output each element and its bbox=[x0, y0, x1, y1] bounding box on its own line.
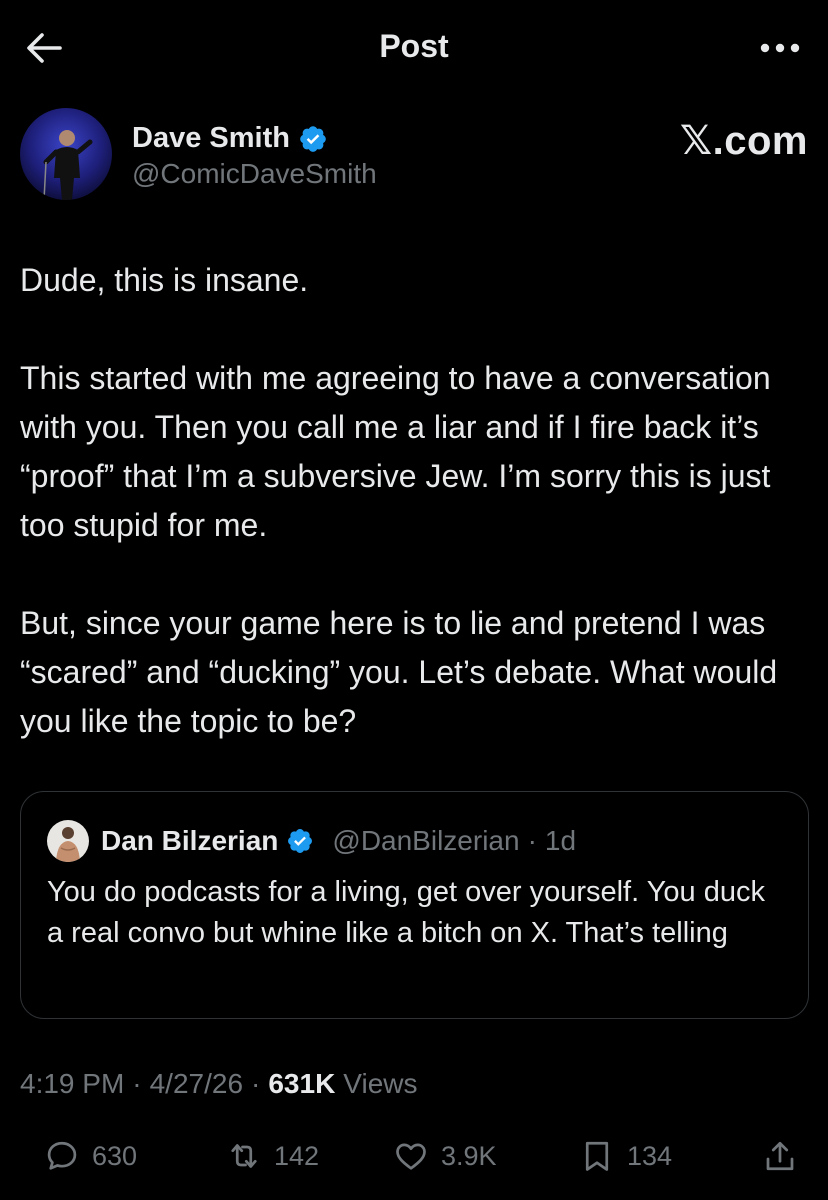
separator-dot: · bbox=[251, 1068, 261, 1099]
quoted-post[interactable]: Dan Bilzerian @DanBilzerian · 1d You do … bbox=[20, 791, 809, 1019]
author-name-row[interactable]: Dave Smith bbox=[132, 122, 328, 155]
author-avatar[interactable] bbox=[20, 108, 112, 200]
author-display-name[interactable]: Dave Smith bbox=[132, 122, 290, 155]
like-button[interactable]: 3.9K bbox=[393, 1138, 497, 1174]
quoted-post-text: You do podcasts for a living, get over y… bbox=[47, 876, 765, 949]
share-button[interactable] bbox=[762, 1138, 798, 1174]
more-options-button[interactable] bbox=[752, 26, 808, 70]
separator-dot: · bbox=[132, 1068, 142, 1099]
more-horizontal-icon bbox=[760, 43, 800, 53]
repost-button[interactable]: 142 bbox=[226, 1138, 319, 1174]
quoted-post-time: 1d bbox=[544, 825, 577, 856]
repost-count: 142 bbox=[274, 1140, 320, 1171]
page-title: Post bbox=[379, 28, 449, 64]
share-icon bbox=[766, 1141, 794, 1171]
quoted-author-display-name[interactable]: Dan Bilzerian bbox=[101, 825, 278, 857]
like-count: 3.9K bbox=[441, 1140, 497, 1171]
brand-watermark: 𝕏.com bbox=[679, 119, 808, 163]
quoted-author-avatar[interactable] bbox=[47, 820, 89, 862]
repost-icon bbox=[231, 1144, 257, 1168]
verified-badge-icon bbox=[300, 125, 326, 152]
post-text: Dude, this is insane. This started with … bbox=[20, 256, 810, 746]
post-paragraph: But, since your game here is to lie and … bbox=[20, 605, 778, 739]
post-author: Dave Smith @ComicDaveSmith 𝕏.com bbox=[20, 108, 810, 204]
reply-icon bbox=[47, 1141, 77, 1170]
action-bar: 630 142 3.9K 134 bbox=[0, 1130, 828, 1190]
quoted-author-handle[interactable]: @DanBilzerian bbox=[332, 825, 519, 857]
post-paragraph: Dude, this is insane. bbox=[20, 262, 309, 298]
bookmark-button[interactable]: 134 bbox=[579, 1138, 672, 1174]
author-handle[interactable]: @ComicDaveSmith bbox=[132, 158, 377, 190]
post-paragraph: This started with me agreeing to have a … bbox=[20, 360, 771, 543]
reply-count: 630 bbox=[92, 1140, 138, 1171]
quoted-post-header: Dan Bilzerian @DanBilzerian · 1d bbox=[47, 820, 576, 862]
bookmark-count: 134 bbox=[627, 1140, 673, 1171]
verified-badge-icon bbox=[288, 829, 313, 853]
post-date: 4/27/26 bbox=[149, 1068, 244, 1099]
views-label: Views bbox=[343, 1068, 418, 1099]
post-time: 4:19 PM bbox=[20, 1068, 125, 1099]
separator-dot: · bbox=[527, 825, 537, 856]
views-count: 631K bbox=[268, 1068, 336, 1099]
reply-button[interactable]: 630 bbox=[44, 1138, 137, 1174]
post-meta: 4:19 PM · 4/27/26 · 631K Views bbox=[20, 1068, 417, 1100]
heart-icon bbox=[396, 1143, 426, 1170]
bookmark-icon bbox=[585, 1141, 609, 1171]
top-bar: Post bbox=[0, 0, 828, 95]
